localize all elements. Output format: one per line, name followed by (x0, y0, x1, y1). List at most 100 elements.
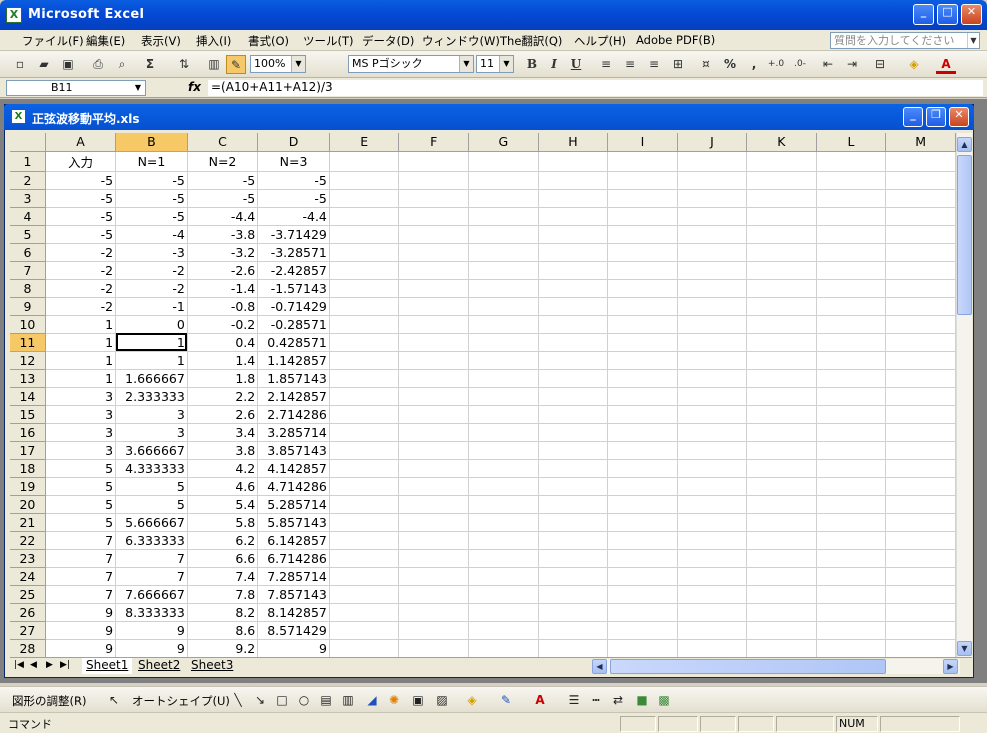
cell-j19[interactable] (677, 477, 748, 496)
cell-f25[interactable] (398, 585, 470, 604)
menu-insert[interactable]: 挿入(I) (196, 33, 231, 49)
cell-f20[interactable] (398, 495, 470, 514)
row-header[interactable]: 2 (10, 171, 46, 190)
cell-l9[interactable] (816, 297, 887, 316)
cell-i23[interactable] (607, 549, 678, 568)
cell-b14[interactable]: 2.333333 (115, 387, 188, 406)
name-box[interactable]: B11 ▼ (6, 80, 146, 96)
sort-ascending-icon[interactable]: ⇅ (174, 55, 194, 74)
row-header[interactable]: 11 (10, 333, 46, 352)
textbox-icon[interactable]: ▤ (318, 693, 334, 707)
diagram-icon[interactable]: ✺ (386, 693, 402, 707)
cell-g1[interactable] (468, 151, 539, 172)
cell-h17[interactable] (538, 441, 609, 460)
cell-d25[interactable]: 7.857143 (257, 585, 330, 604)
cell-j11[interactable] (677, 333, 748, 352)
cell-k1[interactable] (746, 151, 817, 172)
cell-e5[interactable] (329, 225, 400, 244)
chevron-down-icon[interactable]: ▼ (131, 81, 145, 95)
cell-d13[interactable]: 1.857143 (257, 369, 330, 388)
merge-center-icon[interactable]: ⊞ (668, 55, 688, 74)
row-header[interactable]: 28 (10, 639, 46, 657)
menu-file[interactable]: ファイル(F) (22, 33, 84, 49)
cell-g6[interactable] (468, 243, 539, 262)
cell-k26[interactable] (746, 603, 817, 622)
cell-g11[interactable] (468, 333, 539, 352)
cell-h12[interactable] (538, 351, 609, 370)
cell-a2[interactable]: -5 (45, 171, 117, 190)
column-header-m[interactable]: M (885, 133, 956, 152)
cell-h1[interactable] (538, 151, 609, 172)
help-search-input[interactable]: 質問を入力してください ▼ (830, 32, 980, 49)
cell-l22[interactable] (816, 531, 887, 550)
cell-b3[interactable]: -5 (115, 189, 188, 208)
row-header[interactable]: 18 (10, 459, 46, 478)
cell-d23[interactable]: 6.714286 (257, 549, 330, 568)
cell-j18[interactable] (677, 459, 748, 478)
cell-f23[interactable] (398, 549, 470, 568)
cell-a17[interactable]: 3 (45, 441, 117, 460)
cell-i11[interactable] (607, 333, 678, 352)
cell-g13[interactable] (468, 369, 539, 388)
cell-i7[interactable] (607, 261, 678, 280)
cell-f10[interactable] (398, 315, 470, 334)
cell-i25[interactable] (607, 585, 678, 604)
fill-color-icon[interactable]: ◈ (464, 693, 480, 707)
cell-f21[interactable] (398, 513, 470, 532)
drawing-toggle-icon[interactable]: ✎ (226, 55, 246, 74)
cell-b25[interactable]: 7.666667 (115, 585, 188, 604)
cell-e21[interactable] (329, 513, 400, 532)
align-right-icon[interactable]: ≡ (644, 55, 664, 74)
cell-h5[interactable] (538, 225, 609, 244)
cell-f19[interactable] (398, 477, 470, 496)
scroll-up-icon[interactable]: ▲ (957, 137, 972, 152)
cell-h11[interactable] (538, 333, 609, 352)
cell-d21[interactable]: 5.857143 (257, 513, 330, 532)
menu-view[interactable]: 表示(V) (141, 33, 181, 49)
cell-b10[interactable]: 0 (115, 315, 188, 334)
comma-icon[interactable]: , (744, 55, 764, 74)
cell-c23[interactable]: 6.6 (187, 549, 259, 568)
cell-l3[interactable] (816, 189, 887, 208)
oval-icon[interactable]: ○ (296, 693, 312, 707)
menu-help[interactable]: ヘルプ(H) (574, 33, 626, 49)
cell-i16[interactable] (607, 423, 678, 442)
cell-d1[interactable]: N=3 (257, 151, 330, 172)
cell-l23[interactable] (816, 549, 887, 568)
cell-d26[interactable]: 8.142857 (257, 603, 330, 622)
cell-c2[interactable]: -5 (187, 171, 259, 190)
cell-d17[interactable]: 3.857143 (257, 441, 330, 460)
cell-i6[interactable] (607, 243, 678, 262)
cell-j21[interactable] (677, 513, 748, 532)
cell-a28[interactable]: 9 (45, 639, 117, 657)
cell-h6[interactable] (538, 243, 609, 262)
autoshapes-menu[interactable]: オートシェイプ(U) (132, 693, 230, 709)
row-header[interactable]: 14 (10, 387, 46, 406)
new-file-icon[interactable]: ▫ (10, 55, 30, 74)
cell-c20[interactable]: 5.4 (187, 495, 259, 514)
cell-b15[interactable]: 3 (115, 405, 188, 424)
cell-m13[interactable] (885, 369, 956, 388)
cell-a8[interactable]: -2 (45, 279, 117, 298)
worksheet-grid[interactable]: ABCDEFGHIJKLM 1 入力 N=1 N=2 N=3 2 -5 -5 -5 -5 3 -5 -5… (10, 133, 956, 657)
cell-d15[interactable]: 2.714286 (257, 405, 330, 424)
cell-e26[interactable] (329, 603, 400, 622)
cell-c26[interactable]: 8.2 (187, 603, 259, 622)
cell-i17[interactable] (607, 441, 678, 460)
cell-e17[interactable] (329, 441, 400, 460)
cell-d28[interactable]: 9 (257, 639, 330, 657)
cell-d19[interactable]: 4.714286 (257, 477, 330, 496)
cell-table[interactable]: ABCDEFGHIJKLM 1 入力 N=1 N=2 N=3 2 -5 -5 -5 -5 3 -5 -5… (10, 133, 956, 657)
cell-c24[interactable]: 7.4 (187, 567, 259, 586)
cell-a13[interactable]: 1 (45, 369, 117, 388)
align-center-icon[interactable]: ≡ (620, 55, 640, 74)
cell-c19[interactable]: 4.6 (187, 477, 259, 496)
cell-m4[interactable] (885, 207, 956, 226)
cell-b2[interactable]: -5 (115, 171, 188, 190)
cell-e24[interactable] (329, 567, 400, 586)
decrease-indent-icon[interactable]: ⇤ (818, 55, 838, 74)
cell-k19[interactable] (746, 477, 817, 496)
menu-format[interactable]: 書式(O) (248, 33, 289, 49)
cell-l27[interactable] (816, 621, 887, 640)
cell-h25[interactable] (538, 585, 609, 604)
